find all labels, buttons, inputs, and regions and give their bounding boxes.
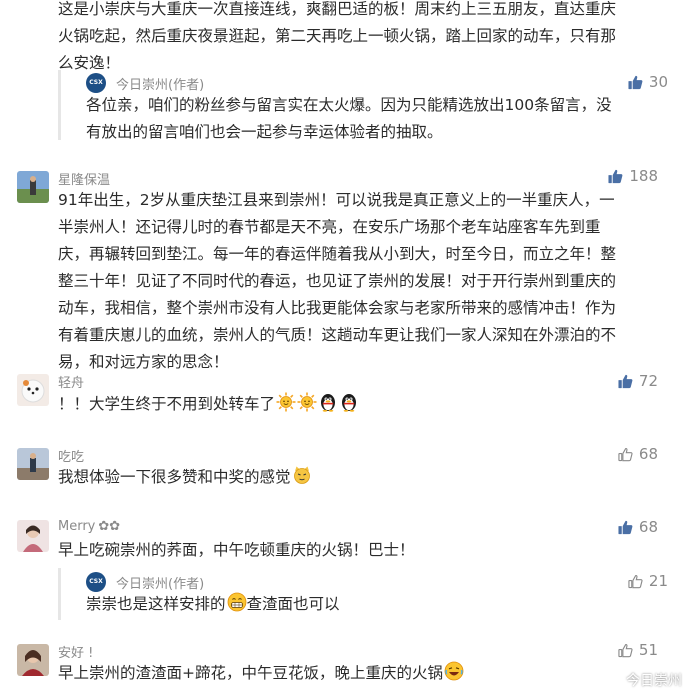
comment-author-name: Merry ✿✿	[58, 519, 120, 534]
author-logo: CSX	[86, 73, 106, 93]
avatar[interactable]	[17, 644, 49, 676]
thumb-up-outline-icon	[628, 574, 643, 589]
like-count: 68	[638, 518, 658, 536]
comment-author-name: 轻舟	[58, 376, 85, 391]
like-button[interactable]: 68	[618, 518, 658, 536]
wechat-icon	[603, 672, 621, 687]
like-button[interactable]: 188	[608, 167, 658, 185]
like-button[interactable]: 68	[618, 445, 658, 463]
comment-text-content: ！！大学生终于不用到处转车了	[58, 395, 276, 413]
penguin-emoji-icon	[339, 392, 359, 412]
reply-divider	[58, 568, 61, 620]
reply-text-part: 崇崇也是这样安排的	[86, 595, 226, 613]
comment-item: 安好 ! 51 早上崇州的渣渣面+蹄花，中午豆花饭，晚上重庆的火锅	[0, 640, 700, 700]
like-button[interactable]: 21	[628, 572, 668, 590]
reply-divider	[58, 70, 61, 140]
comment-text-line: 91年出生，2岁从重庆垫江县来到崇州！可以说我是真正意义上的一半重庆人，一	[58, 191, 615, 209]
comment-item: 这是小崇庆与大重庆一次直接连线，爽翻巴适的板！周末约上三五朋友，直达重庆 火锅吃…	[0, 0, 700, 160]
comment-text-line: 半崇州人！还记得儿时的春节都是天不亮，在安乐广场那个老车站座客车先到重	[58, 218, 601, 236]
comment-text: ！！大学生终于不用到处转车了	[58, 391, 658, 418]
comment-text: 我想体验一下很多赞和中奖的感觉	[58, 464, 658, 491]
author-name-text: Merry	[58, 519, 96, 534]
comment-text: 早上吃碗崇州的荞面，中午吃顿重庆的火锅！巴士！	[58, 537, 658, 564]
like-count: 21	[648, 572, 668, 590]
like-button[interactable]: 72	[618, 372, 658, 390]
comment-item: 吃吃 68 我想体验一下很多赞和中奖的感觉	[0, 444, 700, 504]
grin-emoji-icon	[227, 592, 247, 612]
comment-author-name: 吃吃	[58, 450, 85, 465]
comment-text: 91年出生，2岁从重庆垫江县来到崇州！可以说我是真正意义上的一半重庆人，一 半崇…	[58, 187, 658, 376]
avatar[interactable]	[17, 520, 49, 552]
reply-text-part: 查渣面也可以	[246, 595, 340, 613]
sun-emoji-icon	[276, 392, 296, 412]
comment-text: 早上崇州的渣渣面+蹄花，中午豆花饭，晚上重庆的火锅	[58, 660, 658, 687]
wechat-watermark: 今日崇州	[603, 670, 682, 690]
like-count: 51	[638, 641, 658, 659]
comment-text-line: 整三十年！见证了不同时代的春运，也见证了崇州的发展！对于开行崇州到重庆的	[58, 272, 617, 290]
like-button[interactable]: 30	[628, 73, 668, 91]
thumb-up-filled-icon	[628, 75, 643, 90]
reply-author-name: 今日崇州(作者)	[116, 577, 205, 592]
like-count: 68	[638, 445, 658, 463]
author-logo: CSX	[86, 572, 106, 592]
thumb-up-filled-icon	[618, 520, 633, 535]
comment-item: 星隆保温 188 91年出生，2岁从重庆垫江县来到崇州！可以说我是真正意义上的一…	[0, 163, 700, 371]
like-button[interactable]: 51	[618, 641, 658, 659]
author-reply: CSX 今日崇州(作者) 30 各位亲，咱们的粉丝参与留言实在太火爆。因为只能精…	[58, 70, 668, 141]
like-count: 72	[638, 372, 658, 390]
comment-text-line: 动车，我相信，整个崇州市没有人比我更能体会家与老家所带来的感情冲击！作为	[58, 299, 617, 317]
reply-text: 崇崇也是这样安排的 查渣面也可以	[86, 591, 646, 618]
comment-text-line: 有着重庆崽儿的血统，崇州人的气质！这趟动车更让我们一家人深知在外漂泊的不	[58, 326, 617, 344]
reply-text-line: 各位亲，咱们的粉丝参与留言实在太火爆。因为只能精选放出100条留言，没	[86, 96, 612, 114]
author-name-flowers: ✿✿	[98, 519, 121, 534]
comment-text-line: 这是小崇庆与大重庆一次直接连线，爽翻巴适的板！周末约上三五朋友，直达重庆	[58, 0, 617, 18]
like-count: 188	[629, 167, 658, 185]
thumb-up-outline-icon	[618, 447, 633, 462]
sun-emoji-icon	[297, 392, 317, 412]
comment-author-name: 安好 !	[58, 646, 94, 661]
comment-text-line: 火锅吃起，然后重庆夜景逛起，第二天再吃上一顿火锅，踏上回家的动车，只有那	[58, 27, 617, 45]
author-reply: CSX 今日崇州(作者) 21 崇崇也是这样安排的 查渣面也可以	[58, 568, 668, 620]
avatar[interactable]	[17, 374, 49, 406]
avatar[interactable]	[17, 448, 49, 480]
reply-text-line: 有放出的留言咱们也会一起参与幸运体验者的抽取。	[86, 123, 443, 141]
comment-text-content: 早上吃碗崇州的荞面，中午吃顿重庆的火锅！巴士！	[58, 541, 415, 559]
thumb-up-filled-icon	[618, 374, 633, 389]
reply-text: 各位亲，咱们的粉丝参与留言实在太火爆。因为只能精选放出100条留言，没 有放出的…	[86, 92, 646, 146]
thumb-up-outline-icon	[618, 643, 633, 658]
comment-item: Merry ✿✿ 68 早上吃碗崇州的荞面，中午吃顿重庆的火锅！巴士！ CSX 今…	[0, 516, 700, 626]
comment-text-content: 我想体验一下很多赞和中奖的感觉	[58, 468, 291, 486]
like-count: 30	[648, 73, 668, 91]
laugh-emoji-icon	[444, 661, 464, 681]
cat-emoji-icon	[292, 465, 312, 485]
avatar[interactable]	[17, 171, 49, 203]
comment-item: 轻舟 72 ！！大学生终于不用到处转车了	[0, 368, 700, 428]
thumb-up-filled-icon	[608, 169, 623, 184]
watermark-text: 今日崇州	[626, 673, 682, 689]
penguin-emoji-icon	[318, 392, 338, 412]
comment-author-name: 星隆保温	[58, 173, 111, 188]
comment-text-content: 早上崇州的渣渣面+蹄花，中午豆花饭，晚上重庆的火锅	[58, 664, 443, 682]
comment-text-line: 庆，再辗转回到垫江。每一年的春运伴随着我从小到大，时至今日，而立之年！整	[58, 245, 617, 263]
reply-author-name: 今日崇州(作者)	[116, 78, 205, 93]
comment-text: 这是小崇庆与大重庆一次直接连线，爽翻巴适的板！周末约上三五朋友，直达重庆 火锅吃…	[58, 0, 658, 77]
